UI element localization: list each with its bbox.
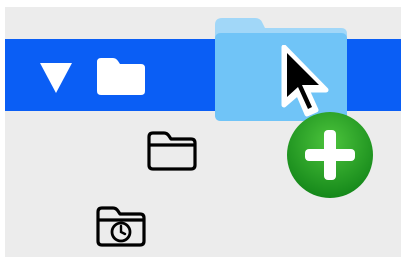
folder-icon — [94, 55, 148, 97]
folder-clock-icon — [94, 204, 148, 248]
arrow-cursor-icon — [281, 45, 341, 117]
folder-outline-icon — [145, 129, 199, 173]
disclosure-triangle-down-icon[interactable] — [39, 62, 73, 94]
finder-outline-view — [5, 7, 401, 257]
outline-row-recents-folder[interactable] — [5, 191, 401, 257]
copy-plus-badge-icon — [285, 110, 375, 200]
